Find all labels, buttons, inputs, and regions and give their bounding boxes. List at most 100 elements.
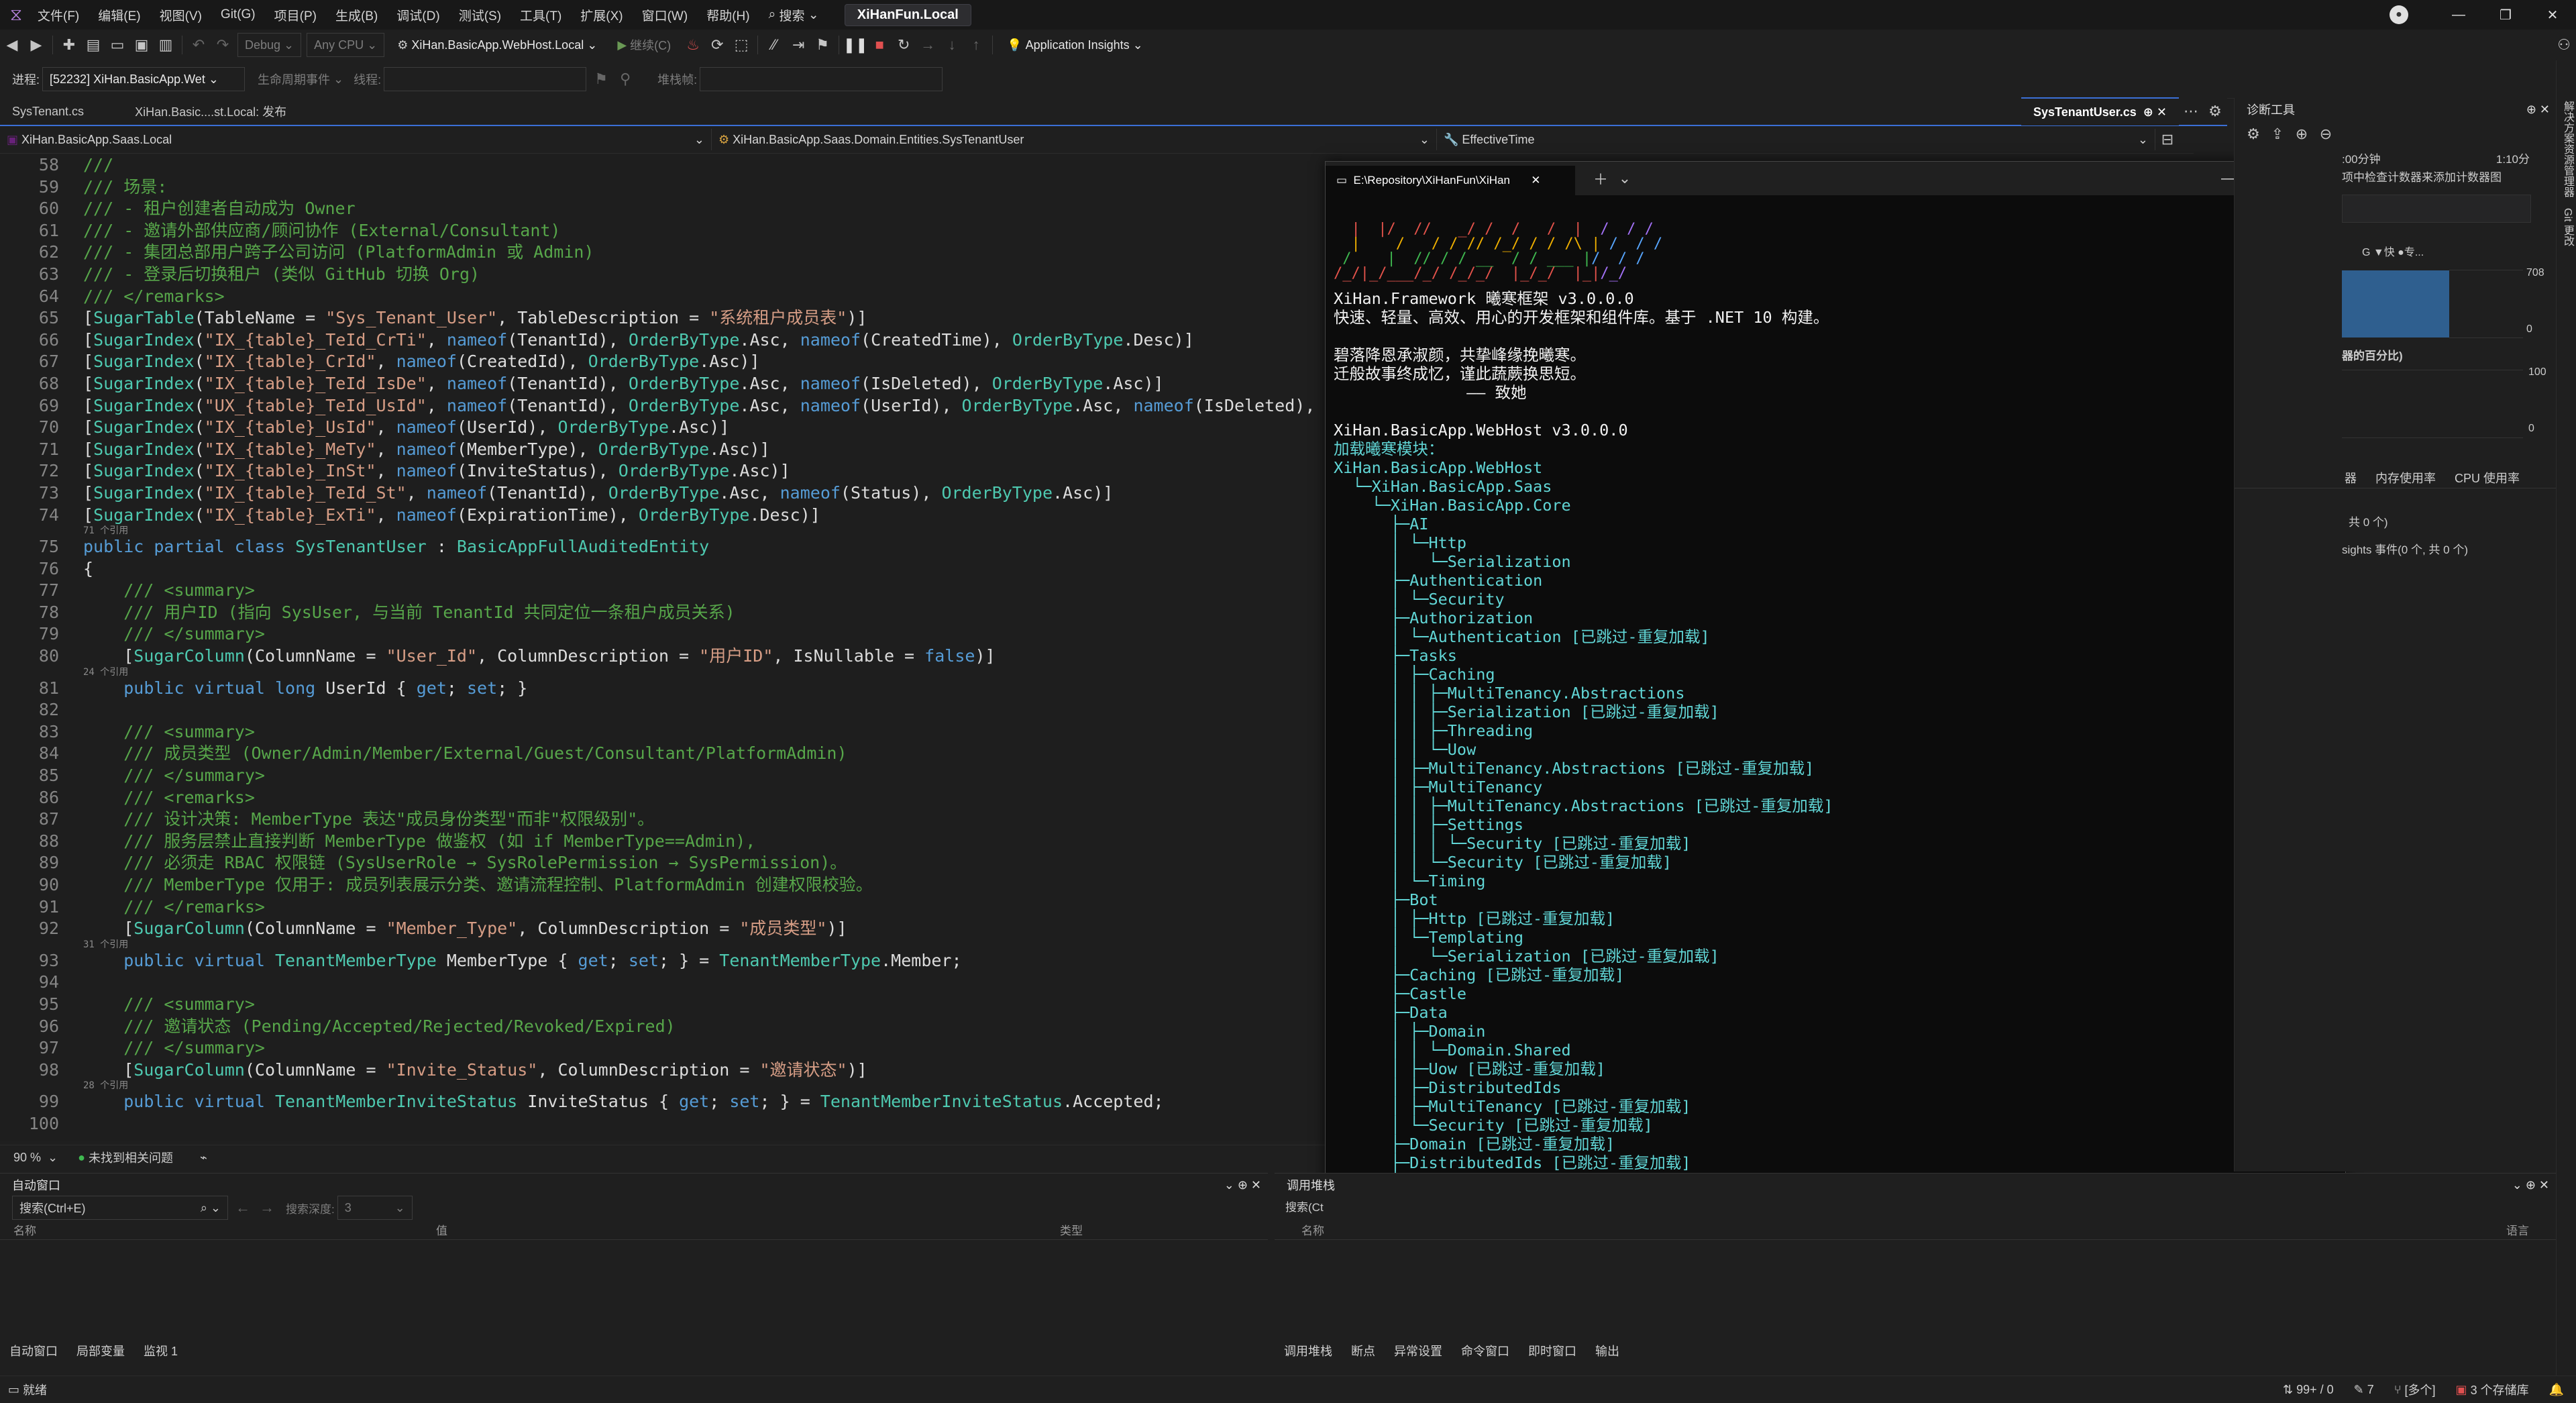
- code-editor[interactable]: 58/// 59/// 场景: 60/// - 租户创建者自动成为 Owner …: [0, 154, 1342, 1141]
- sync-icon[interactable]: ⇅: [2283, 1383, 2296, 1397]
- refresh-icon[interactable]: ⟳: [705, 33, 729, 57]
- forward-icon[interactable]: ▶: [24, 33, 48, 57]
- open-icon[interactable]: ▭: [105, 33, 129, 57]
- branch-icon[interactable]: ⑂: [2394, 1383, 2405, 1397]
- col-value[interactable]: 值: [436, 1221, 1060, 1238]
- bell-icon[interactable]: 🔔: [2549, 1383, 2564, 1397]
- pause-icon[interactable]: ❚❚: [843, 33, 868, 57]
- startup-project-select[interactable]: ⚙ XiHan.BasicApp.WebHost.Local ⌄: [390, 33, 605, 57]
- undo-icon[interactable]: ↶: [186, 33, 211, 57]
- app-insights-button[interactable]: 💡 Application Insights ⌄: [1000, 33, 1150, 57]
- tab-command-window[interactable]: 命令窗口: [1452, 1341, 1519, 1361]
- changes-count[interactable]: 99+ / 0: [2296, 1383, 2334, 1397]
- codelens-hint[interactable]: 24 个引用: [0, 667, 1342, 678]
- save-icon[interactable]: ▣: [129, 33, 154, 57]
- git-changes-tab[interactable]: Git 更改: [2559, 208, 2575, 246]
- menu-item[interactable]: 项目(P): [265, 0, 326, 30]
- restart-icon[interactable]: ↻: [892, 33, 916, 57]
- back-icon[interactable]: ←: [231, 1196, 255, 1220]
- codelens-hint[interactable]: 28 个引用: [0, 1081, 1342, 1091]
- new-tab-icon[interactable]: ＋: [1589, 166, 1613, 191]
- col-type[interactable]: 类型: [1060, 1221, 1083, 1238]
- col-name[interactable]: 名称: [1275, 1221, 1324, 1238]
- step-out-icon[interactable]: ↑: [964, 33, 988, 57]
- new-file-icon[interactable]: ▤: [81, 33, 105, 57]
- tab-output[interactable]: 输出: [1586, 1341, 1629, 1361]
- tab-watch[interactable]: 监视 1: [134, 1341, 187, 1361]
- close-icon[interactable]: ✕: [1528, 174, 1540, 187]
- search-menu[interactable]: ⌕ 搜索 ⌄: [759, 0, 828, 30]
- menu-item[interactable]: 文件(F): [28, 0, 89, 30]
- minimize-button[interactable]: —: [2435, 0, 2482, 30]
- export-icon[interactable]: ⇪: [2265, 122, 2290, 146]
- codelens-hint[interactable]: 71 个引用: [0, 526, 1342, 536]
- solution-explorer-tab[interactable]: 解决方案资源管理器: [2559, 101, 2575, 197]
- zoom-level[interactable]: 90 %: [13, 1151, 41, 1165]
- tab-memory[interactable]: 内存使用率: [2366, 468, 2445, 488]
- flag-icon[interactable]: ⚑: [589, 67, 613, 91]
- tab-exception-settings[interactable]: 异常设置: [1385, 1341, 1452, 1361]
- edits-count[interactable]: 7: [2367, 1383, 2374, 1397]
- type-select[interactable]: ⚙ XiHan.BasicApp.Saas.Domain.Entities.Sy…: [712, 129, 1437, 150]
- tab-locals[interactable]: 局部变量: [67, 1341, 134, 1361]
- close-icon[interactable]: ✕: [2157, 105, 2167, 119]
- stop-icon[interactable]: ■: [867, 33, 892, 57]
- repo-icon[interactable]: ▣: [2456, 1383, 2471, 1397]
- menu-item[interactable]: 工具(T): [511, 0, 571, 30]
- zoom-out-icon[interactable]: ⊖: [2314, 122, 2338, 146]
- col-name[interactable]: 名称: [0, 1221, 436, 1238]
- tab-call-stack[interactable]: 调用堆栈: [1275, 1341, 1342, 1361]
- close-icon[interactable]: ✕: [1251, 1178, 1268, 1192]
- thread-select[interactable]: [384, 67, 587, 91]
- autos-search-input[interactable]: 搜索(Ctrl+E) ⌕ ⌄: [12, 1196, 228, 1220]
- step-into-icon[interactable]: ↓: [940, 33, 964, 57]
- chevron-down-icon[interactable]: ⌄: [1613, 166, 1637, 191]
- callstack-search-input[interactable]: 搜索(Ct: [1275, 1196, 2556, 1219]
- process-select[interactable]: [52232] XiHan.BasicApp.Wet ⌄: [42, 67, 246, 91]
- menu-item[interactable]: 生成(B): [326, 0, 387, 30]
- pin-icon[interactable]: ⊕: [2526, 1178, 2539, 1192]
- tab-overflow-icon[interactable]: ⋯: [2179, 99, 2203, 123]
- lifecycle-events-button[interactable]: 生命周期事件 ⌄: [250, 67, 352, 91]
- col-language[interactable]: 语言: [2506, 1221, 2529, 1238]
- pencil-icon[interactable]: ✎: [2354, 1383, 2367, 1397]
- codelens-hint[interactable]: 31 个引用: [0, 939, 1342, 950]
- pin-icon[interactable]: ⊕: [1238, 1178, 1251, 1192]
- menu-item[interactable]: 测试(S): [449, 0, 511, 30]
- restore-button[interactable]: ❐: [2482, 0, 2529, 30]
- browser-icon[interactable]: ⬚: [729, 33, 753, 57]
- tab-publish[interactable]: XiHan.Basic....st.Local: 发布: [123, 98, 299, 125]
- chevron-down-icon[interactable]: ⌄: [2512, 1178, 2526, 1192]
- tab-summary[interactable]: 器: [2335, 468, 2366, 488]
- forward-icon[interactable]: →: [255, 1196, 279, 1220]
- settings-icon[interactable]: ⚙: [2203, 99, 2227, 123]
- pin-icon[interactable]: ⊕: [2526, 103, 2540, 117]
- comment-icon[interactable]: ⁄⁄: [762, 33, 786, 57]
- chevron-down-icon[interactable]: ⌄: [1224, 1178, 1238, 1192]
- tab-immediate-window[interactable]: 即时窗口: [1519, 1341, 1586, 1361]
- menu-item[interactable]: Git(G): [211, 0, 265, 30]
- pin-icon[interactable]: ⊕: [2143, 105, 2153, 119]
- depth-select[interactable]: 3 ⌄: [337, 1196, 413, 1220]
- zoom-in-icon[interactable]: ⊕: [2290, 122, 2314, 146]
- menu-item[interactable]: 视图(V): [150, 0, 211, 30]
- tab-breakpoints[interactable]: 断点: [1342, 1341, 1385, 1361]
- indent-icon[interactable]: ⇥: [786, 33, 810, 57]
- stack-frame-select[interactable]: [700, 67, 943, 91]
- branch-label[interactable]: [多个]: [2405, 1381, 2436, 1398]
- new-project-icon[interactable]: ✚: [57, 33, 81, 57]
- menu-item[interactable]: 编辑(E): [89, 0, 150, 30]
- continue-button[interactable]: ▶ 继续(C): [610, 33, 679, 57]
- avatar[interactable]: ●: [2390, 5, 2408, 24]
- redo-icon[interactable]: ↷: [211, 33, 235, 57]
- save-all-icon[interactable]: ▥: [154, 33, 178, 57]
- close-icon[interactable]: ✕: [2539, 1178, 2556, 1192]
- settings-icon[interactable]: ⚙: [2241, 122, 2265, 146]
- configuration-select[interactable]: Debug ⌄: [237, 33, 302, 57]
- menu-item[interactable]: 调试(D): [387, 0, 449, 30]
- back-icon[interactable]: ◀: [0, 33, 24, 57]
- copilot-icon[interactable]: ⚇: [2552, 33, 2576, 57]
- step-icon[interactable]: →: [916, 33, 940, 57]
- tab-autos[interactable]: 自动窗口: [0, 1341, 67, 1361]
- tab-systenantuser[interactable]: SysTenantUser.cs ⊕ ✕: [2021, 97, 2179, 125]
